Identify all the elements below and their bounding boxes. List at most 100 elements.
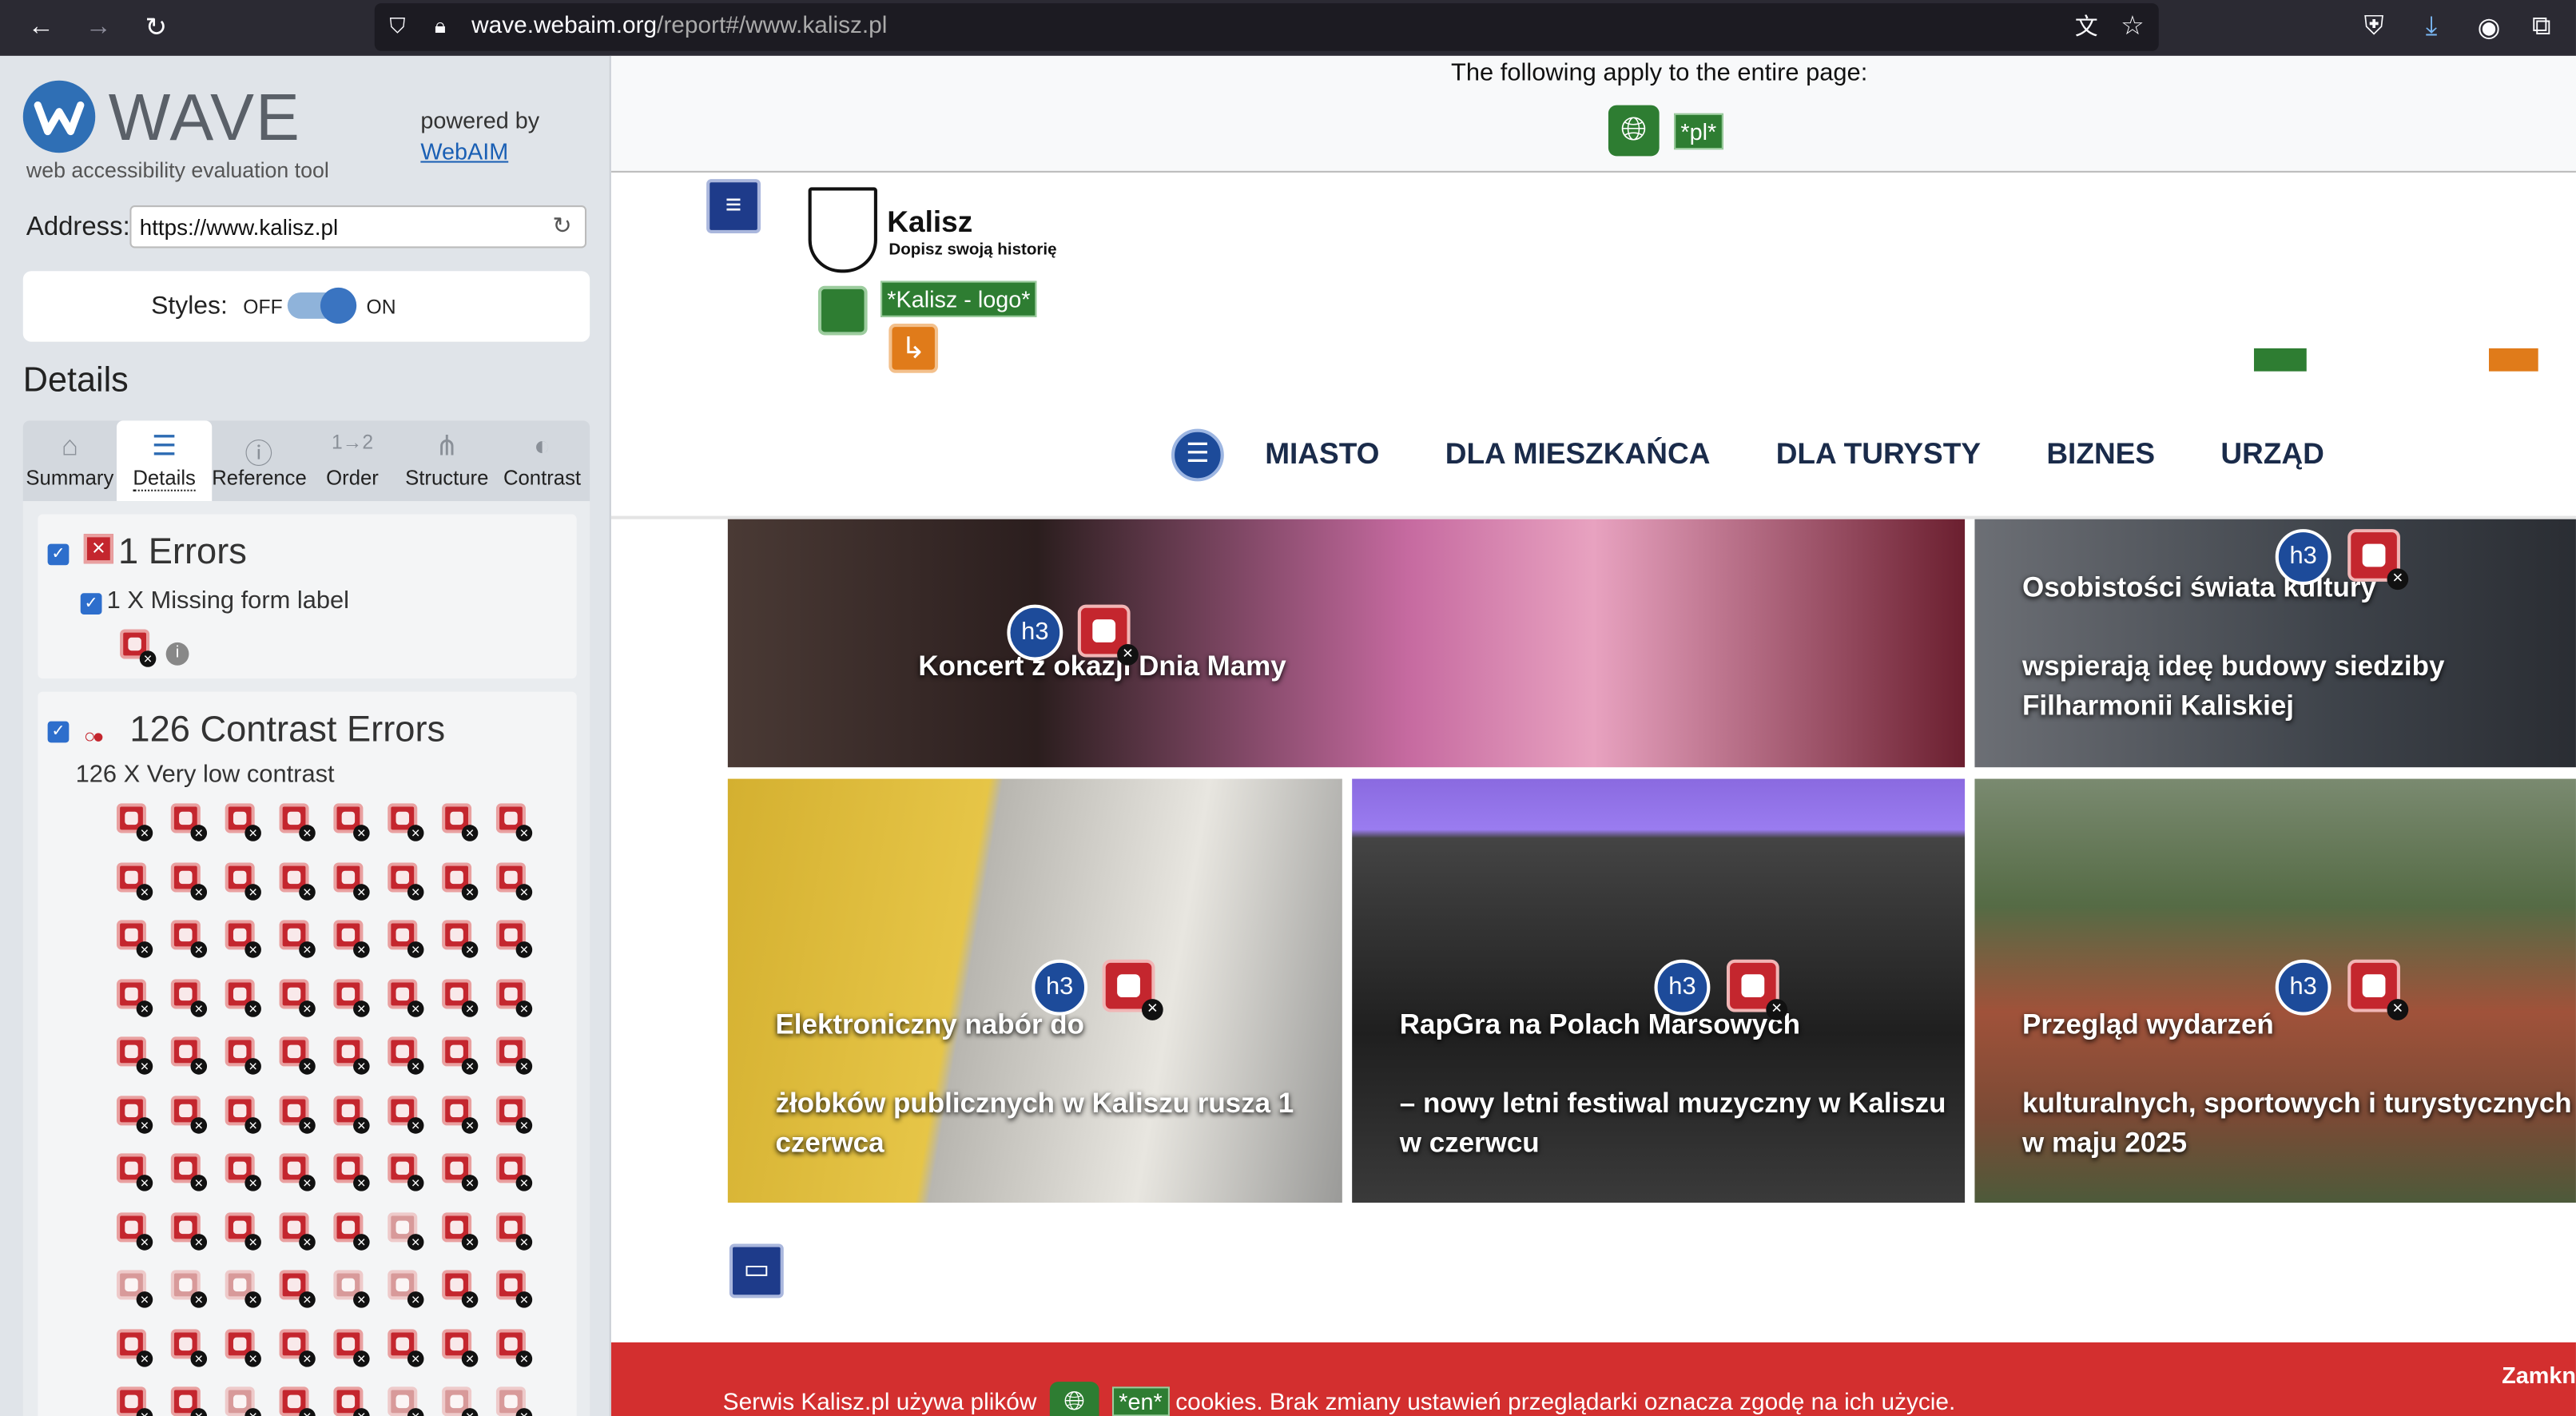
contrast-error-icon[interactable] <box>333 1211 370 1250</box>
contrast-error-icon[interactable] <box>1077 604 1139 666</box>
cookie-close-button[interactable]: Zamkn <box>2502 1362 2576 1389</box>
contrast-error-icon[interactable] <box>495 1153 533 1191</box>
contrast-error-icon[interactable] <box>170 978 208 1016</box>
contrast-error-icon[interactable] <box>170 861 208 900</box>
errors-checkbox[interactable]: ✓ <box>47 543 70 566</box>
tab-reference[interactable]: ⓘ Reference <box>212 420 307 501</box>
contrast-error-icon[interactable] <box>333 1036 370 1075</box>
contrast-error-icon[interactable] <box>279 978 316 1016</box>
account-icon[interactable]: ◉ <box>2469 8 2508 47</box>
contrast-error-icon[interactable] <box>495 1328 533 1366</box>
shield-icon[interactable]: ⛉ <box>378 6 417 46</box>
tab-structure[interactable]: ⋔ Structure <box>400 420 495 501</box>
contrast-error-icon[interactable] <box>1726 959 1788 1020</box>
contrast-error-icon[interactable] <box>442 1036 479 1075</box>
lang-tag[interactable]: *pl* <box>1674 113 1723 150</box>
pocket-icon[interactable]: ⛨ <box>2354 8 2393 47</box>
contrast-error-icon[interactable] <box>170 1211 208 1250</box>
contrast-error-icon[interactable] <box>442 1386 479 1416</box>
globe-icon[interactable]: 🌐︎ <box>1608 105 1660 157</box>
address-input[interactable]: https://www.kalisz.pl ↻ <box>129 205 587 249</box>
contrast-error-icon[interactable] <box>442 803 479 841</box>
image-icon[interactable] <box>2253 348 2307 372</box>
contrast-error-icon[interactable] <box>388 803 424 841</box>
logo-alt-tag[interactable]: *Kalisz - logo* <box>881 280 1037 317</box>
contrast-error-icon[interactable] <box>495 861 533 900</box>
contrast-error-icon[interactable] <box>116 1095 153 1133</box>
contrast-error-icon[interactable] <box>116 1328 153 1366</box>
contrast-error-icon[interactable] <box>388 1270 424 1308</box>
contrast-error-icon[interactable] <box>225 1270 261 1308</box>
list-icon[interactable]: ☰ <box>1171 428 1224 482</box>
nav-biznes[interactable]: BIZNES <box>2046 437 2155 470</box>
alert-icon[interactable] <box>2488 348 2538 372</box>
h3-badge[interactable]: h3 <box>2275 959 2332 1016</box>
contrast-error-icon[interactable] <box>116 1036 153 1075</box>
navigation-icon[interactable]: ≡ <box>706 179 761 233</box>
tile-caption[interactable]: Przegląd wydarzeń kulturalnych, sportowy… <box>2022 1005 2573 1163</box>
contrast-error-icon[interactable] <box>495 1270 533 1308</box>
contrast-error-icon[interactable] <box>225 1211 261 1250</box>
contrast-error-icon[interactable] <box>495 978 533 1016</box>
contrast-error-icon[interactable] <box>116 920 153 958</box>
h3-badge[interactable]: h3 <box>2275 529 2332 585</box>
tile-caption[interactable]: Elektroniczny nabór do żłobków publiczny… <box>775 1005 1334 1163</box>
contrast-error-icon[interactable] <box>442 978 479 1016</box>
contrast-error-icon[interactable] <box>170 1386 208 1416</box>
contrast-error-icon[interactable] <box>442 1328 479 1366</box>
contrast-error-icon[interactable] <box>225 1095 261 1133</box>
h3-badge[interactable]: h3 <box>1032 959 1088 1016</box>
contrast-error-icon[interactable] <box>333 920 370 958</box>
contrast-error-icon[interactable] <box>388 978 424 1016</box>
nav-dla-mieszkanca[interactable]: DLA MIESZKAŃCA <box>1445 437 1711 470</box>
translate-icon[interactable]: 文 <box>2067 6 2106 46</box>
info-icon[interactable]: i <box>165 642 189 666</box>
h3-badge[interactable]: h3 <box>1654 959 1711 1016</box>
contrast-error-icon[interactable] <box>116 1386 153 1416</box>
contrast-error-icon[interactable] <box>116 861 153 900</box>
url-bar[interactable]: ⛉ 🔒︎ wave.webaim.org/report#/www.kalisz.… <box>374 3 2159 51</box>
contrast-error-icon[interactable] <box>333 1270 370 1308</box>
contrast-error-icon[interactable] <box>225 861 261 900</box>
contrast-error-icon[interactable] <box>333 978 370 1016</box>
contrast-error-icon[interactable] <box>225 1386 261 1416</box>
contrast-error-icon[interactable] <box>442 1095 479 1133</box>
contrast-error-icon[interactable] <box>170 803 208 841</box>
contrast-error-icon[interactable] <box>225 803 261 841</box>
site-name[interactable]: Kalisz <box>887 205 972 240</box>
refresh-icon[interactable]: ↻ <box>552 212 571 240</box>
contrast-error-icon[interactable] <box>333 1153 370 1191</box>
contrast-error-icon[interactable] <box>442 1153 479 1191</box>
contrast-error-icon[interactable] <box>388 1386 424 1416</box>
contrast-error-icon[interactable] <box>225 978 261 1016</box>
contrast-error-icon[interactable] <box>495 1386 533 1416</box>
contrast-error-icon[interactable] <box>388 920 424 958</box>
h3-badge[interactable]: h3 <box>1007 604 1063 661</box>
contrast-error-icon[interactable] <box>116 803 153 841</box>
contrast-error-icon[interactable] <box>170 1153 208 1191</box>
cookie-lang-tag[interactable]: *en* <box>1112 1386 1169 1416</box>
contrast-error-icon[interactable] <box>333 861 370 900</box>
missing-label-checkbox[interactable]: ✓ <box>80 593 102 615</box>
nav-miasto[interactable]: MIASTO <box>1265 437 1379 470</box>
contrast-error-icon[interactable] <box>170 1328 208 1366</box>
download-icon[interactable]: ⤓ <box>2411 8 2451 47</box>
contrast-error-icon[interactable] <box>116 1211 153 1250</box>
contrast-error-icon[interactable] <box>442 861 479 900</box>
contrast-error-icon[interactable] <box>225 1328 261 1366</box>
contrast-error-icon[interactable] <box>495 1211 533 1250</box>
contrast-error-icon[interactable] <box>2347 529 2409 591</box>
redirect-alert-icon[interactable]: ↳ <box>888 324 939 373</box>
contrast-error-icon[interactable] <box>388 1036 424 1075</box>
contrast-error-icon[interactable] <box>388 1328 424 1366</box>
tile-caption[interactable]: RapGra na Polach Marsowych – nowy letni … <box>1400 1005 1965 1163</box>
contrast-error-icon[interactable] <box>116 1270 153 1308</box>
contrast-error-icon[interactable] <box>333 1095 370 1133</box>
toggle-knob[interactable] <box>320 287 357 324</box>
extensions-icon[interactable]: ⧉ <box>2522 8 2561 47</box>
contrast-error-icon[interactable] <box>116 1153 153 1191</box>
contrast-error-icon[interactable] <box>333 1386 370 1416</box>
contrast-error-icon[interactable] <box>495 1036 533 1075</box>
contrast-error-icon[interactable] <box>442 1270 479 1308</box>
contrast-error-icon[interactable] <box>116 978 153 1016</box>
